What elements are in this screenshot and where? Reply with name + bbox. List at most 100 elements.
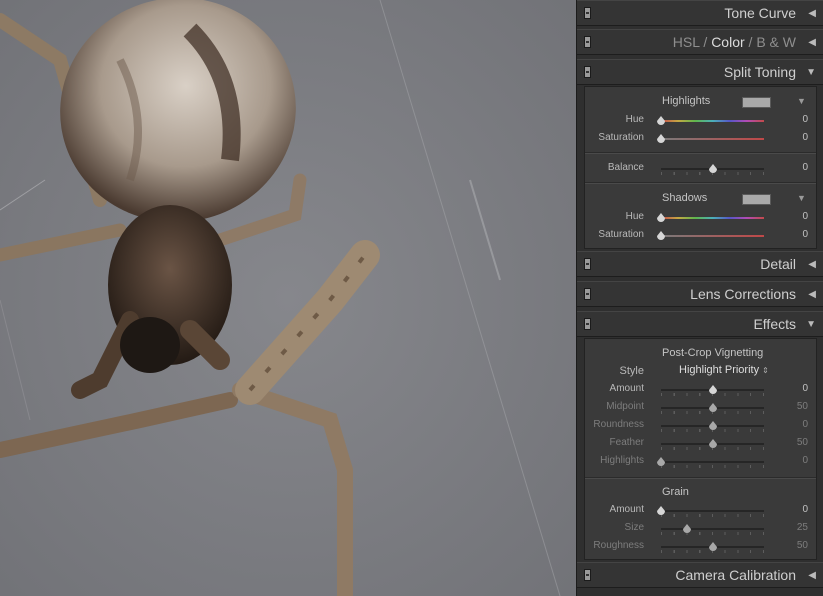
style-value: Highlight Priority [679,364,760,376]
saturation-label: Saturation [598,229,644,240]
feather-label: Feather [609,437,644,448]
chevron-updown-icon: ⇕ [762,366,769,375]
g-amount-row: Amount 0 [585,502,816,520]
triangle-left-icon[interactable]: ◀ [808,8,816,19]
saturation-slider-track[interactable] [661,235,764,237]
slider-thumb[interactable] [657,457,666,466]
size-label: Size [624,522,644,533]
panel-title-effects: Effects [753,316,796,332]
roughness-value[interactable]: 50 [797,540,808,551]
triangle-down-icon[interactable]: ▼ [806,319,816,330]
saturation-slider-track[interactable] [661,138,764,140]
panel-switch-icon[interactable] [584,7,591,19]
roundness-label: Roundness [593,419,644,430]
style-label: Style [619,365,644,377]
slider-thumb[interactable] [657,506,666,515]
roundness-value[interactable]: 0 [802,419,808,430]
slider-thumb[interactable] [708,164,718,173]
tab-hsl[interactable]: HSL [673,34,700,50]
divider [585,477,816,479]
triangle-left-icon[interactable]: ◀ [808,570,816,581]
panel-switch-icon[interactable] [584,66,591,78]
st-shadows-saturation-row: Saturation 0 [585,227,816,245]
slider-thumb[interactable] [708,385,718,394]
slider-thumb[interactable] [657,231,666,240]
shadows-color-swatch[interactable] [742,194,771,205]
triangle-left-icon[interactable]: ◀ [808,37,816,48]
photo-preview [0,0,576,596]
amount-label: Amount [609,383,644,394]
triangle-down-icon[interactable]: ▼ [797,96,806,106]
slider-thumb[interactable] [708,542,718,551]
amount-label: Amount [609,504,644,515]
triangle-left-icon[interactable]: ◀ [808,289,816,300]
panel-title-camera-calibration: Camera Calibration [675,567,796,583]
hue-slider-track[interactable] [661,120,764,122]
triangle-left-icon[interactable]: ◀ [808,259,816,270]
panel-split-toning[interactable]: Split Toning ▼ [577,59,823,85]
g-roughness-row: Roughness 50 [585,538,816,556]
right-panel: Tone Curve ◀ HSL / Color / B & W ◀ Split… [576,0,823,596]
size-value[interactable]: 25 [797,522,808,533]
panel-title-split-toning: Split Toning [723,64,796,80]
divider [585,182,816,184]
split-toning-body: Highlights ▼ Hue 0 Saturation 0 Balance … [584,86,817,249]
saturation-label: Saturation [598,132,644,143]
style-dropdown[interactable]: Highlight Priority ⇕ [679,364,769,376]
panel-lens-corrections[interactable]: Lens Corrections ◀ [577,281,823,307]
hue-value[interactable]: 0 [802,114,808,125]
tab-separator: / [703,34,708,50]
hue-value[interactable]: 0 [802,211,808,222]
slider-thumb[interactable] [682,524,692,533]
highlights-slider-track[interactable] [661,461,764,463]
v-feather-row: Feather 50 [585,435,816,453]
roughness-label: Roughness [593,540,644,551]
panel-switch-icon[interactable] [584,36,591,48]
panel-camera-calibration[interactable]: Camera Calibration ◀ [577,562,823,588]
panel-effects[interactable]: Effects ▼ [577,311,823,337]
g-size-row: Size 25 [585,520,816,538]
size-slider-track[interactable] [661,528,764,530]
slider-thumb[interactable] [708,439,718,448]
slider-thumb[interactable] [657,116,666,125]
panel-switch-icon[interactable] [584,258,591,270]
slider-ticks [661,465,764,468]
panel-tabs: HSL / Color / B & W [673,34,796,50]
midpoint-value[interactable]: 50 [797,401,808,412]
saturation-value[interactable]: 0 [802,132,808,143]
panel-detail[interactable]: Detail ◀ [577,251,823,277]
amount-slider-track[interactable] [661,510,764,512]
highlights-value[interactable]: 0 [802,455,808,466]
slider-thumb[interactable] [708,403,718,412]
saturation-value[interactable]: 0 [802,229,808,240]
hue-slider-track[interactable] [661,217,764,219]
balance-label: Balance [607,162,644,173]
tab-bw[interactable]: B & W [756,34,796,50]
panel-switch-icon[interactable] [584,288,591,300]
st-balance-row: Balance 0 [585,160,816,178]
highlights-heading: Highlights [662,95,711,107]
amount-value[interactable]: 0 [802,504,808,515]
slider-ticks [661,514,764,517]
tab-color[interactable]: Color [711,34,744,50]
panel-title-tone-curve: Tone Curve [724,5,796,21]
effects-body: Post-Crop Vignetting Style Highlight Pri… [584,338,817,560]
panel-switch-icon[interactable] [584,318,591,330]
feather-value[interactable]: 50 [797,437,808,448]
hue-label: Hue [625,211,644,222]
triangle-down-icon[interactable]: ▼ [806,67,816,78]
amount-value[interactable]: 0 [802,383,808,394]
panel-switch-icon[interactable] [584,569,591,581]
grain-heading: Grain [662,486,689,498]
panel-tone-curve[interactable]: Tone Curve ◀ [577,0,823,26]
balance-value[interactable]: 0 [802,162,808,173]
panel-title-lens-corrections: Lens Corrections [690,286,796,302]
v-midpoint-row: Midpoint 50 [585,399,816,417]
highlights-color-swatch[interactable] [742,97,771,108]
slider-thumb[interactable] [708,421,718,430]
vignetting-heading: Post-Crop Vignetting [662,347,764,359]
slider-thumb[interactable] [657,134,666,143]
slider-thumb[interactable] [657,213,666,222]
midpoint-label: Midpoint [606,401,644,412]
triangle-down-icon[interactable]: ▼ [797,193,806,203]
